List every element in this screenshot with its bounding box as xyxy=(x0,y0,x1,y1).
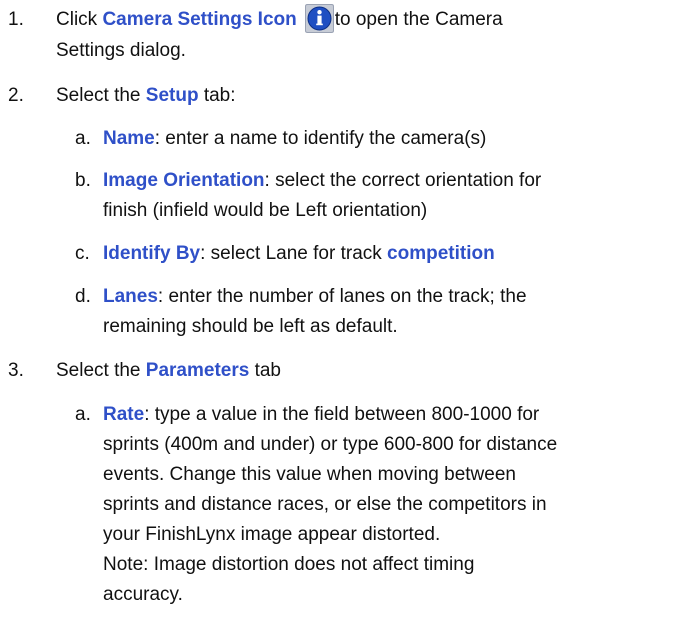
step-text-continued: to open the Camera xyxy=(334,9,503,30)
keyword-lanes: Lanes xyxy=(103,286,158,307)
substep-text: : enter a name to identify the camera(s) xyxy=(154,128,487,149)
substep-text: : select Lane for track xyxy=(200,243,388,264)
substep-text-line: sprints and distance races, or else the … xyxy=(103,494,547,515)
substep-text: : type a value in the field between 800-… xyxy=(144,404,540,425)
keyword-image-orientation: Image Orientation xyxy=(103,170,265,191)
substep-text: : select the correct orientation for xyxy=(264,170,542,191)
substep-text-line: sprints (400m and under) or type 600-800… xyxy=(103,434,558,455)
note-text-line: accuracy. xyxy=(103,584,183,605)
keyword-rate: Rate xyxy=(103,404,145,425)
keyword-identify-by: Identify By xyxy=(103,243,201,264)
step-text: Click xyxy=(56,9,103,30)
step-text: Select the xyxy=(56,360,146,381)
step-number: 1. xyxy=(8,9,24,30)
substep-text-line: your FinishLynx image appear distorted. xyxy=(103,524,441,545)
substep-text-line: remaining should be left as default. xyxy=(103,316,398,337)
substep-letter: a. xyxy=(75,128,91,149)
keyword-parameters: Parameters xyxy=(145,360,250,381)
keyword-competition: competition xyxy=(387,243,495,264)
step-text: Select the xyxy=(56,85,146,106)
substep-letter: b. xyxy=(75,170,91,191)
keyword-setup: Setup xyxy=(145,85,199,106)
substep-letter: a. xyxy=(75,404,91,425)
substep-text-line: finish (infield would be Left orientatio… xyxy=(103,200,428,221)
substep-letter: c. xyxy=(75,243,90,264)
instructions-document: 1. Click Camera Settings Icon to open th… xyxy=(0,0,694,632)
keyword-camera-settings-icon: Camera Settings Icon xyxy=(102,9,297,30)
substep-letter: d. xyxy=(75,286,91,307)
step-number: 3. xyxy=(8,360,24,381)
step-text: tab xyxy=(249,360,282,381)
step-number: 2. xyxy=(8,85,24,106)
step-text: tab: xyxy=(198,85,236,106)
info-icon xyxy=(304,4,334,33)
step-text-line: Settings dialog. xyxy=(56,40,186,61)
note-text: Note: Image distortion does not affect t… xyxy=(103,554,475,575)
keyword-name: Name xyxy=(103,128,155,149)
substep-text-line: events. Change this value when moving be… xyxy=(103,464,516,485)
substep-text: : enter the number of lanes on the track… xyxy=(157,286,527,307)
